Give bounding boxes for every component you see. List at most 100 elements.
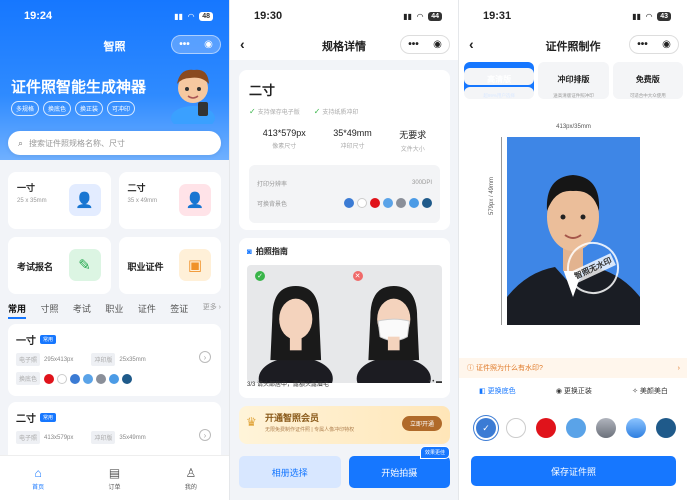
signal-icon: ▮▮	[403, 11, 413, 21]
album-select-button[interactable]: 相册选择	[239, 456, 341, 488]
briefcase-icon: ▣	[179, 249, 211, 281]
label: 换底色	[16, 372, 41, 385]
camera-icon: ◙	[247, 247, 252, 256]
watermark-faq-bar[interactable]: ⓘ 证件照为什么有水印? ›	[459, 358, 687, 378]
tab-hd[interactable]: 高清版 超99%用户选择	[464, 62, 535, 99]
hero-title: 证件照智能生成神器	[11, 79, 147, 96]
change-suit-button[interactable]: ◉ 更换正装	[556, 386, 592, 396]
swatch-white[interactable]	[506, 418, 526, 438]
tab-print-layout[interactable]: 冲印排版 送高清版证件照冲印	[538, 62, 609, 99]
tab-mine[interactable]: ♙ 我的	[185, 466, 197, 491]
search-placeholder: 搜索证件照规格名称、尺寸	[29, 138, 126, 148]
more-icon[interactable]: •••	[179, 39, 190, 50]
tab-exam[interactable]: 考试	[73, 302, 91, 319]
close-target-icon[interactable]: ◉	[662, 39, 671, 50]
color-dot	[57, 373, 68, 384]
person-blue-icon: 👤	[68, 184, 101, 216]
back-icon[interactable]: ‹	[240, 36, 245, 52]
close-target-icon[interactable]: ◉	[204, 39, 213, 50]
card-exam[interactable]: 考试报名 ✎	[8, 237, 111, 294]
tab-common[interactable]: 常用	[8, 302, 27, 319]
photo-guide: ◙ 拍照指南 ✓ ✕ 3/3 请头部居中，露额头露眉毛 • • ▬	[239, 238, 450, 398]
check-icon: ✓	[249, 107, 256, 116]
photo-preview: 智照无水印	[507, 137, 640, 325]
tab-label: 首页	[32, 484, 45, 491]
battery-icon: 44	[428, 11, 442, 21]
tab-home[interactable]: ⌂ 首页	[32, 466, 44, 491]
tab-free[interactable]: 免费版 可适合中大众使用	[612, 62, 683, 99]
tab-inch[interactable]: 寸照	[40, 302, 58, 319]
color-dot	[122, 373, 133, 384]
save-photo-button[interactable]: 保存证件照	[471, 456, 676, 486]
card-career[interactable]: 职业证件 ▣	[118, 237, 221, 294]
tab-visa[interactable]: 签证	[170, 302, 188, 319]
list-item[interactable]: 一寸 常用 电子照 295x413px 冲印版 25x35mm 换底色 ›	[8, 324, 221, 396]
color-dot	[383, 198, 393, 208]
edit-doc-icon: ✎	[68, 249, 101, 281]
card-two-inch[interactable]: 二寸 35 x 49mm 👤	[118, 172, 221, 229]
swatch-dark-blue[interactable]	[656, 418, 676, 438]
more-icon[interactable]: •••	[637, 39, 648, 50]
better-effect-tip: 效果更佳	[419, 446, 450, 459]
man-portrait-illustration	[507, 175, 640, 325]
page-title: 规格详情	[322, 41, 366, 53]
back-icon[interactable]: ‹	[469, 36, 474, 52]
color-dot	[96, 373, 107, 384]
vip-open-button[interactable]: 立即开通	[401, 416, 442, 431]
chevron-right-icon: ›	[677, 364, 680, 372]
start-shoot-button[interactable]: 开始拍摄 效果更佳	[348, 446, 450, 488]
swatch-light-blue[interactable]	[566, 418, 586, 438]
value: 25x35mm	[119, 356, 146, 363]
tag: 多规格	[11, 101, 40, 116]
good-example-photo: ✓	[247, 265, 345, 383]
boy-mascot-illustration	[171, 69, 215, 124]
carousel-dots: • • ▬	[428, 379, 442, 385]
height-line	[501, 137, 502, 325]
chevron-right-icon[interactable]: ›	[199, 429, 211, 441]
tab-career[interactable]: 职业	[105, 302, 123, 319]
swatch-gray-gradient[interactable]	[596, 418, 616, 438]
color-dot	[344, 198, 354, 208]
swatch-blue-selected[interactable]: ✓	[476, 418, 496, 438]
list-item[interactable]: 二寸 常用 电子照 413x579px 冲印版 35x49mm ›	[8, 402, 221, 462]
tab-id[interactable]: 证件	[138, 302, 156, 319]
search-icon: ⌕	[18, 137, 24, 148]
label: 电子照	[16, 353, 41, 366]
beauty-button[interactable]: ✧ 美颜美白	[632, 386, 668, 396]
close-target-icon[interactable]: ◉	[433, 39, 442, 50]
list-title: 二寸	[16, 414, 36, 425]
label: 冲印版	[91, 431, 116, 444]
status-bar: 19:30 ▮▮ ◠ 44	[230, 0, 458, 32]
value: 35x49mm	[119, 434, 146, 441]
masked-woman-illustration	[356, 285, 431, 383]
guide-note: 3/3 请头部居中，露额头露眉毛	[247, 382, 330, 388]
guide-photos[interactable]: ✓ ✕	[247, 265, 442, 383]
quality-tabs: 高清版 超99%用户选择 冲印排版 送高清版证件照冲印 免费版 可适合中大众使用	[464, 62, 683, 99]
status-time: 19:30	[254, 10, 283, 22]
search-input[interactable]: ⌕ 搜索证件照规格名称、尺寸	[8, 131, 221, 155]
menu-capsule[interactable]: ••• ◉	[171, 35, 221, 54]
swatch-red[interactable]	[536, 418, 556, 438]
change-bg-button[interactable]: ◧ 更换底色	[479, 386, 516, 396]
tag: 换正装	[75, 101, 104, 116]
phone-home: 19:24 ▮▮ ◠ 48 智照 ••• ◉ 证件照智能生成神器 多规格 换底色 换正…	[0, 0, 229, 500]
status-bar: 19:31 ▮▮ ◠ 43	[459, 0, 687, 32]
battery-icon: 43	[657, 11, 671, 21]
menu-capsule[interactable]: ••• ◉	[400, 35, 450, 54]
crown-icon: ♛	[246, 415, 257, 429]
chevron-right-icon[interactable]: ›	[199, 351, 211, 363]
tab-orders[interactable]: ▤ 订单	[108, 466, 120, 491]
tag: 换底色	[43, 101, 72, 116]
vip-banner[interactable]: ♛ 开通智照会员 无限免费制作证件照 | 专属人像冲印特权 立即开通	[239, 406, 450, 444]
card-one-inch[interactable]: 一寸 25 x 35mm 👤	[8, 172, 111, 229]
tab-more[interactable]: 更多 ›	[203, 302, 221, 319]
color-dot	[357, 198, 367, 208]
tag: 可冲印	[107, 101, 136, 116]
menu-capsule[interactable]: ••• ◉	[629, 35, 679, 54]
phone-spec-detail: 19:30 ▮▮ ◠ 44 ‹ 规格详情 ••• ◉ 二寸 ✓ 支持保存电子版 ✓ 支持纸…	[229, 0, 458, 500]
value: 413x579px	[44, 434, 74, 441]
swatch-blue-gradient[interactable]	[626, 418, 646, 438]
more-icon[interactable]: •••	[408, 39, 419, 50]
wifi-icon: ◠	[646, 11, 653, 21]
bottom-tab-bar: ⌂ 首页 ▤ 订单 ♙ 我的	[0, 455, 229, 500]
